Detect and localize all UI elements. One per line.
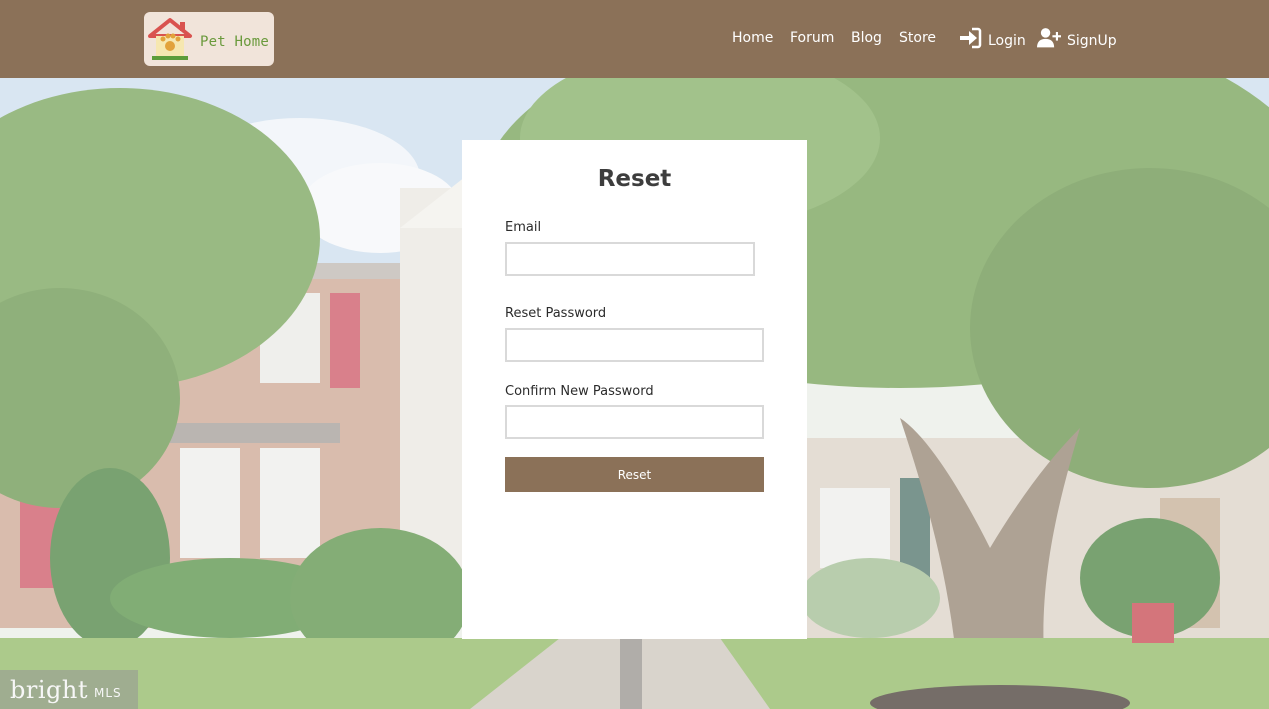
nav-login-link[interactable]: Login (958, 27, 1026, 49)
form-title: Reset (597, 166, 672, 192)
watermark-brand: bright (10, 675, 88, 704)
nav-forum-link[interactable]: Forum (790, 30, 834, 46)
nav-signup-label: SignUp (1067, 33, 1117, 49)
email-label: Email (505, 220, 542, 235)
top-navbar: Pet Home Home Forum Blog Store Login Sig… (0, 0, 1269, 78)
bright-mls-watermark: bright MLS (0, 670, 138, 709)
confirm-password-label: Confirm New Password (505, 384, 654, 399)
pet-home-logo[interactable]: Pet Home (144, 12, 274, 66)
reset-password-label: Reset Password (505, 306, 607, 321)
nav-store-link[interactable]: Store (899, 30, 936, 46)
reset-form-card: Reset Email Reset Password Confirm New P… (462, 140, 807, 639)
watermark-suffix: MLS (93, 685, 122, 700)
user-plus-icon (1037, 28, 1061, 48)
confirm-password-field[interactable] (505, 405, 764, 439)
sign-in-icon (960, 27, 982, 49)
house-logo-icon (148, 18, 192, 60)
nav-signup-link[interactable]: SignUp (1037, 27, 1117, 49)
nav-home-link[interactable]: Home (732, 30, 773, 46)
nav-blog-link[interactable]: Blog (851, 30, 882, 46)
reset-password-field[interactable] (505, 328, 764, 362)
logo-text: Pet Home (200, 34, 270, 50)
reset-button[interactable]: Reset (505, 457, 764, 492)
nav-login-label: Login (988, 33, 1026, 49)
email-field[interactable] (505, 242, 755, 276)
